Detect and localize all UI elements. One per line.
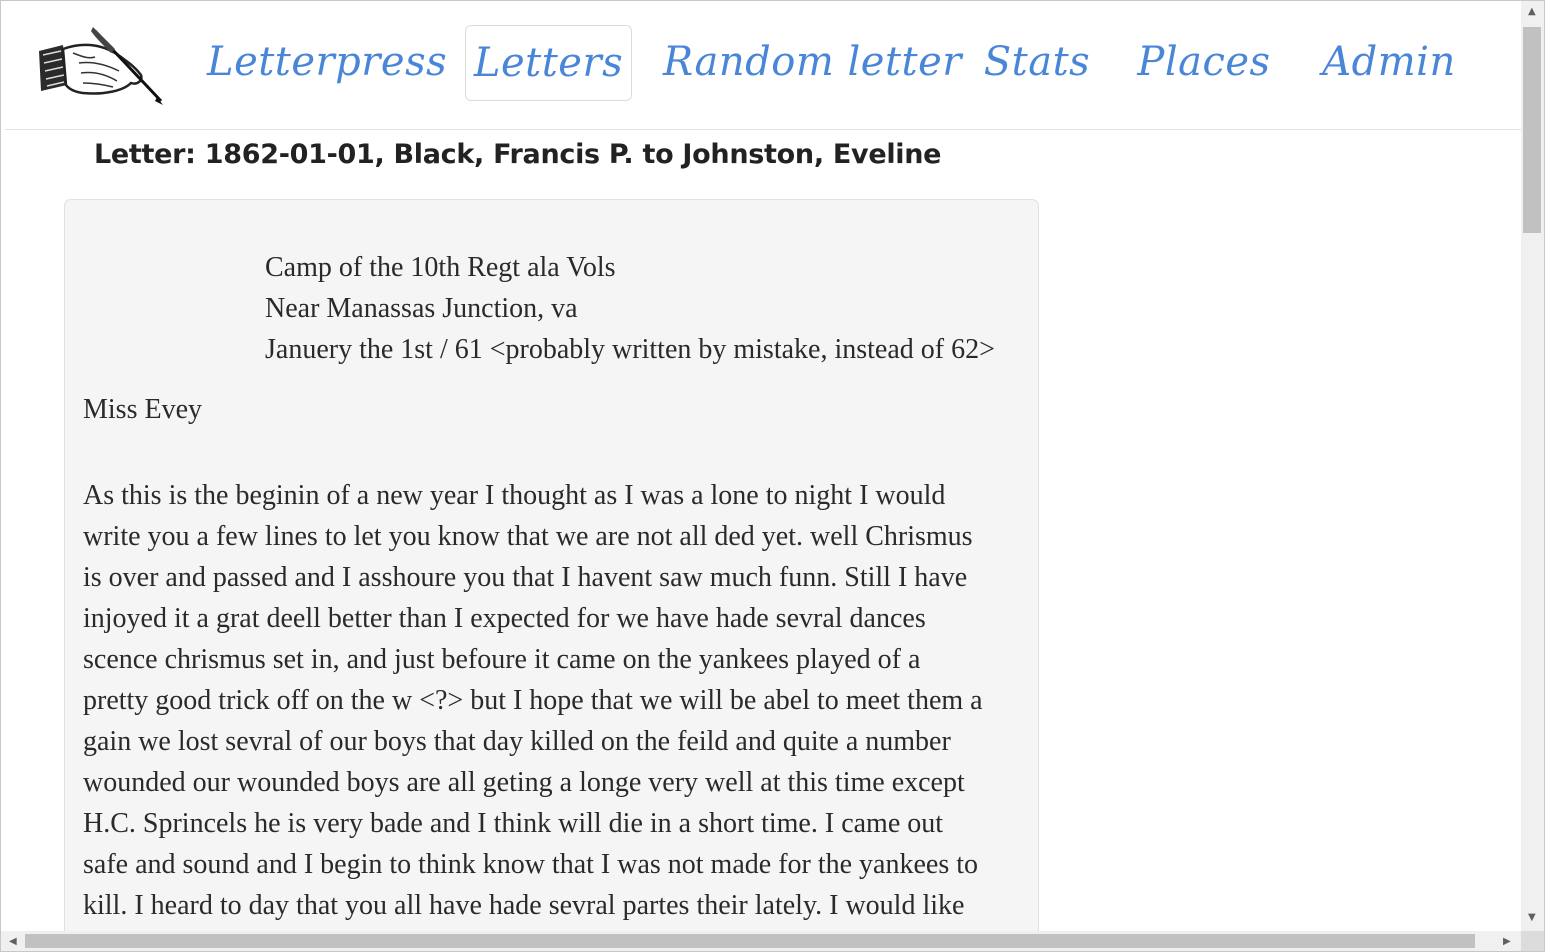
hand-quill-logo-icon[interactable] — [33, 23, 167, 107]
scroll-up-arrow-icon[interactable]: ▲ — [1528, 7, 1536, 17]
nav-random-letter[interactable]: Random letter — [663, 25, 961, 101]
scroll-right-arrow-icon[interactable]: ▶ — [1503, 937, 1511, 947]
nav-places[interactable]: Places — [1129, 25, 1279, 101]
letter-body-line: scence chrismus set in, and just befoure… — [83, 644, 921, 675]
letter-card: Camp of the 10th Regt ala Vols Near Mana… — [64, 199, 1039, 951]
letter-body-line: safe and sound and I begin to think know… — [83, 849, 979, 880]
address-line: Near Manassas Junction, va — [265, 293, 578, 324]
vertical-scroll-thumb[interactable] — [1523, 27, 1541, 233]
letter-body-line: As this is the beginin of a new year I t… — [83, 480, 946, 511]
letter-body-line: is over and passed and I asshoure you th… — [83, 562, 968, 593]
letter-body-line: write you a few lines to let you know th… — [83, 521, 973, 552]
nav-admin[interactable]: Admin — [1311, 25, 1467, 101]
letter-body-line: H.C. Sprincels he is very bade and I thi… — [83, 808, 944, 839]
vertical-scrollbar[interactable]: ▲ ▼ — [1521, 1, 1544, 931]
scroll-left-arrow-icon[interactable]: ◀ — [9, 937, 17, 947]
horizontal-scrollbar[interactable]: ◀ ▶ — [1, 931, 1521, 951]
page-title: Letter: 1862-01-01, Black, Francis P. to… — [94, 139, 942, 170]
letter-body-line: gain we lost sevral of our boys that day… — [83, 726, 951, 757]
letter-body-line: wounded our wounded boys are all geting … — [83, 767, 965, 798]
horizontal-scroll-thumb[interactable] — [25, 934, 1475, 948]
address-line: Camp of the 10th Regt ala Vols — [265, 252, 616, 283]
scrollbar-corner — [1521, 931, 1544, 951]
nav-stats[interactable]: Stats — [975, 25, 1099, 101]
letter-body-line: kill. I heard to day that you all have h… — [83, 890, 965, 921]
nav-letterpress[interactable]: Letterpress — [207, 25, 447, 101]
nav-letters[interactable]: Letters — [465, 25, 632, 101]
address-line: Januery the 1st / 61 <probably written b… — [265, 334, 995, 365]
scroll-down-arrow-icon[interactable]: ▼ — [1528, 913, 1536, 923]
top-navbar: Letterpress Letters Random letter Stats … — [5, 1, 1521, 130]
letter-body-line: injoyed it a grat deell better than I ex… — [83, 603, 926, 634]
letter-salutation: Miss Evey — [83, 394, 202, 425]
letter-body-line: pretty good trick off on the w <?> but I… — [83, 685, 983, 716]
browser-window: Letterpress Letters Random letter Stats … — [0, 0, 1545, 952]
